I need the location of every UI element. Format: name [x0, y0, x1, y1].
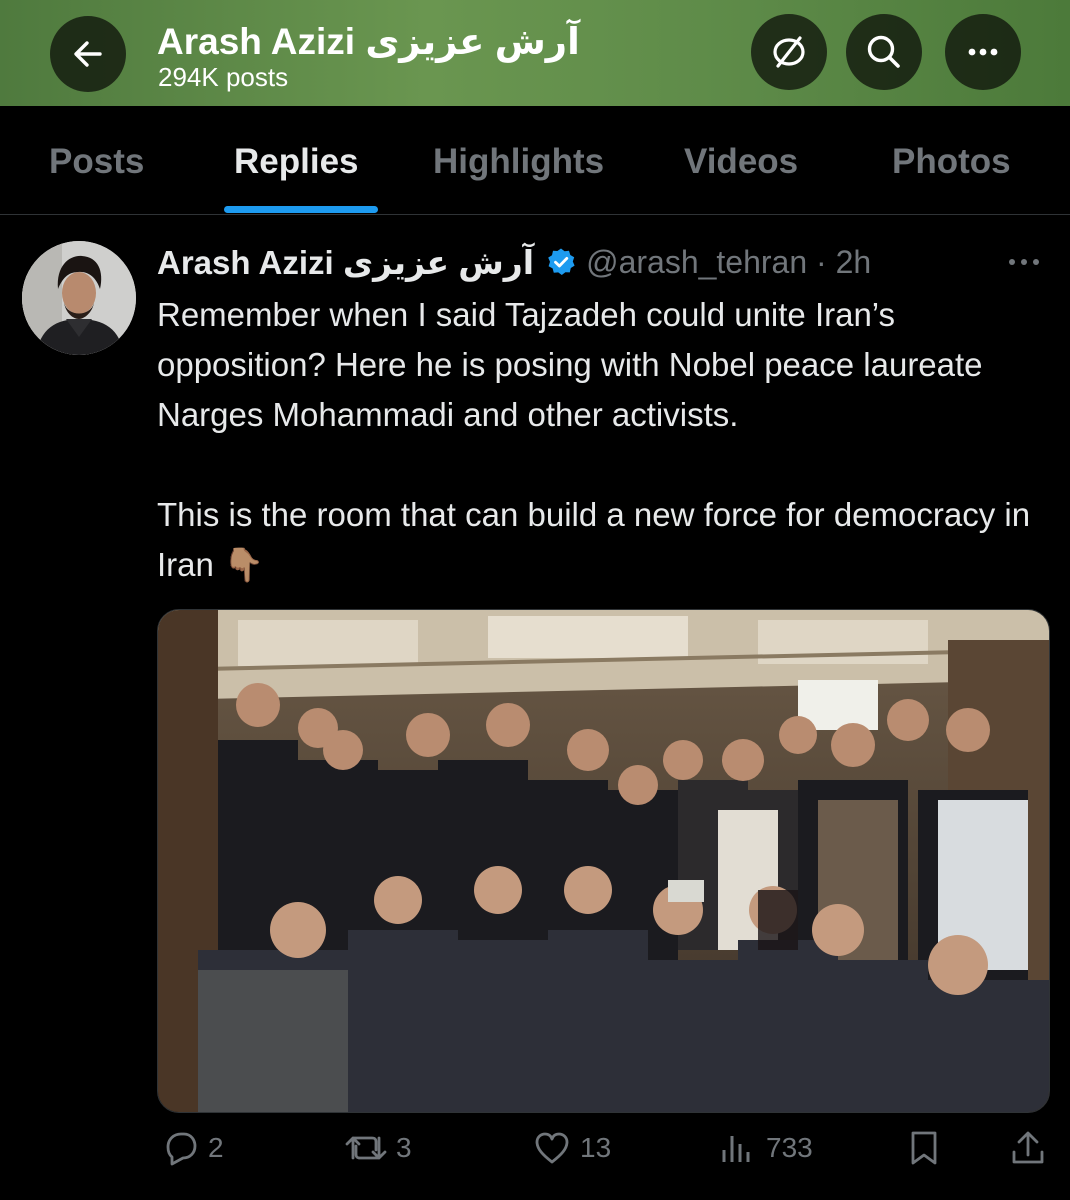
profile-tabs: Posts Replies Highlights Videos Photos — [0, 106, 1070, 215]
views-button[interactable]: 733 — [718, 1128, 813, 1168]
profile-header: Arash Azizi آرش عزیزی 294K posts — [0, 0, 1070, 106]
like-button[interactable]: 13 — [532, 1128, 611, 1168]
hide-icon — [773, 36, 805, 68]
more-icon — [1009, 259, 1039, 265]
tweet-text-paragraph-2: This is the room that can build a new fo… — [157, 496, 1031, 583]
reply-count: 2 — [208, 1132, 224, 1163]
repost-count: 3 — [396, 1132, 412, 1163]
more-icon — [968, 48, 998, 56]
repost-button[interactable]: 3 — [344, 1128, 412, 1168]
tab-videos[interactable]: Videos — [684, 142, 798, 182]
tweet-actions: 2 3 13 733 — [0, 1128, 1070, 1178]
tweet-photo[interactable] — [157, 609, 1050, 1113]
tweet-text-paragraph-1: Remember when I said Tajzadeh could unit… — [157, 296, 983, 433]
tab-highlights[interactable]: Highlights — [433, 142, 604, 182]
author-name[interactable]: Arash Azizi آرش عزیزی — [157, 243, 534, 282]
tab-photos[interactable]: Photos — [892, 142, 1011, 182]
more-button[interactable] — [945, 14, 1021, 90]
search-icon — [867, 35, 900, 68]
profile-title: Arash Azizi آرش عزیزی — [157, 21, 580, 62]
views-icon — [722, 1136, 750, 1162]
bookmark-button[interactable] — [904, 1128, 944, 1168]
back-button[interactable] — [50, 16, 126, 92]
repost-icon — [345, 1136, 387, 1160]
tweet-header: Arash Azizi آرش عزیزی @arash_tehran · 2h — [157, 240, 871, 284]
active-tab-indicator — [224, 206, 378, 213]
reply-icon — [166, 1132, 197, 1166]
back-arrow-icon — [74, 41, 102, 67]
like-count: 13 — [580, 1132, 612, 1163]
tweet-more-button[interactable] — [1004, 250, 1044, 279]
bookmark-icon — [911, 1131, 937, 1165]
view-count: 733 — [766, 1132, 813, 1163]
post-count: 294K posts — [158, 62, 289, 92]
heart-icon — [535, 1132, 569, 1164]
search-button[interactable] — [846, 14, 922, 90]
tweet-text: Remember when I said Tajzadeh could unit… — [157, 290, 1057, 590]
share-button[interactable] — [1008, 1128, 1048, 1168]
reply-button[interactable]: 2 — [160, 1128, 224, 1168]
avatar[interactable] — [22, 241, 136, 355]
tab-replies[interactable]: Replies — [234, 142, 359, 182]
tab-posts[interactable]: Posts — [49, 142, 144, 182]
share-icon — [1012, 1131, 1044, 1164]
hide-button[interactable] — [751, 14, 827, 90]
verified-badge-icon — [546, 247, 576, 277]
handle-and-time[interactable]: @arash_tehran · 2h — [586, 244, 871, 281]
